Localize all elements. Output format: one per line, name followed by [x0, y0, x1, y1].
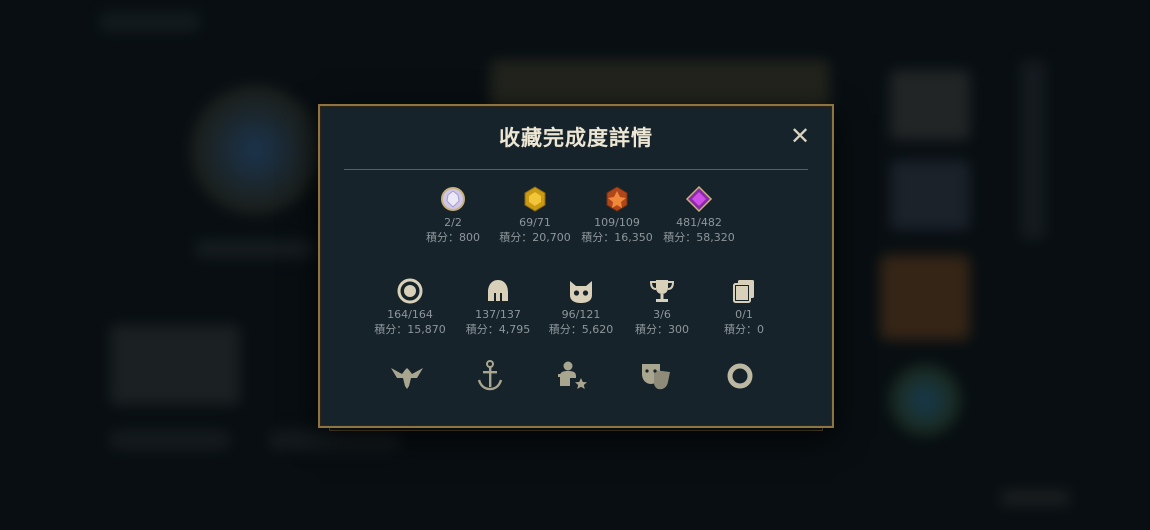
- gem-gold-icon: [524, 186, 546, 212]
- modal-title: 收藏完成度詳情: [499, 126, 653, 150]
- winged-emblem-icon[interactable]: [387, 356, 427, 396]
- gem-purple-icon: [685, 185, 713, 213]
- cat-face-icon: [570, 281, 592, 303]
- ring-icon[interactable]: [720, 356, 760, 396]
- item-score: 積分：0: [724, 323, 764, 336]
- trophy-icon: [649, 280, 675, 302]
- ward-ring-icon: [397, 278, 423, 304]
- item-score: 積分：58,320: [663, 231, 735, 244]
- item-count: 481/482: [676, 216, 722, 229]
- item-count: 0/1: [735, 308, 753, 321]
- cards-icon: [733, 280, 754, 303]
- gem-orange-icon: [606, 186, 628, 212]
- collection-item[interactable]: 0/1 積分：0: [696, 276, 792, 338]
- collection-item[interactable]: 137/137 積分：4,795: [450, 276, 546, 338]
- item-score: 積分：4,795: [465, 323, 531, 336]
- masks-icon[interactable]: [636, 356, 676, 396]
- title-divider: [344, 169, 808, 170]
- gem-white-icon: [441, 187, 465, 211]
- close-button[interactable]: ✕: [788, 124, 812, 148]
- item-score: 積分：15,870: [374, 323, 446, 336]
- item-count: 137/137: [475, 308, 521, 321]
- collection-item[interactable]: 481/482 積分：58,320: [651, 184, 747, 246]
- anchor-icon[interactable]: [470, 356, 510, 396]
- person-star-icon[interactable]: [553, 356, 593, 396]
- collection-details-modal: 收藏完成度詳情 ✕ 2/2 積分：800 69/71 積分：20,700 109…: [318, 104, 834, 428]
- helmet-icon: [488, 280, 508, 301]
- item-count: 164/164: [387, 308, 433, 321]
- collection-item[interactable]: 164/164 積分：15,870: [362, 276, 458, 338]
